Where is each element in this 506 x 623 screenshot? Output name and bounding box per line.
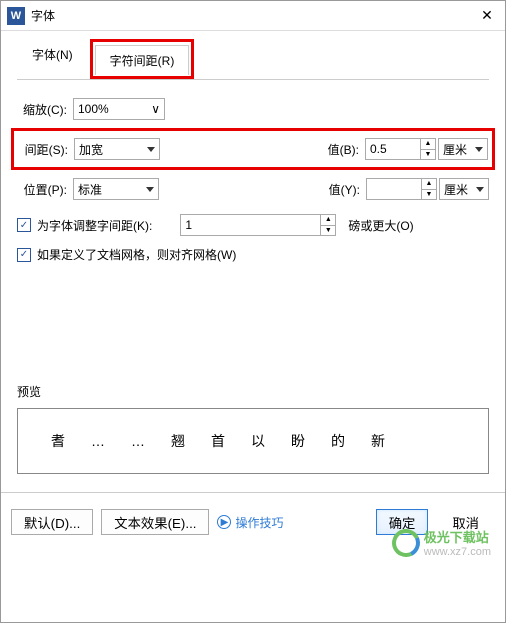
- spacing-val-input[interactable]: [365, 138, 420, 160]
- preview-box: 耆 … … 翘 首 以 盼 的 新: [17, 408, 489, 474]
- tab-font[interactable]: 字体(N): [17, 39, 88, 79]
- divider: [1, 492, 505, 493]
- kerning-checkbox[interactable]: ✓: [17, 218, 31, 232]
- position-value: 标准: [78, 181, 102, 198]
- position-unit: 厘米: [444, 181, 468, 198]
- scale-select[interactable]: 100% ∨: [73, 98, 165, 120]
- caret-down-icon: [476, 187, 484, 192]
- kerning-input[interactable]: [180, 214, 320, 236]
- preview-char: 新: [371, 431, 385, 451]
- spin-up-icon[interactable]: ▲: [421, 139, 435, 150]
- position-unit-select[interactable]: 厘米: [439, 178, 489, 200]
- tips-label: 操作技巧: [235, 514, 283, 531]
- spacing-select[interactable]: 加宽: [74, 138, 160, 160]
- preview-label: 预览: [17, 383, 489, 400]
- app-icon: W: [7, 7, 25, 25]
- position-val-label: 值(Y):: [318, 181, 366, 198]
- spin-up-icon[interactable]: ▲: [422, 179, 436, 190]
- preview-char: …: [91, 433, 105, 449]
- cancel-button[interactable]: 取消: [436, 509, 495, 535]
- preview-char: 首: [211, 431, 225, 451]
- preview-char: 翘: [171, 431, 185, 451]
- position-val-input[interactable]: [366, 178, 421, 200]
- highlight-spacing-row: 间距(S): 加宽 值(B): ▲ ▼ 厘米: [11, 128, 495, 170]
- tab-spacing[interactable]: 字符间距(R): [95, 45, 190, 75]
- play-icon: ▶: [217, 515, 231, 529]
- preview-char: 以: [251, 431, 265, 451]
- scale-label: 缩放(C):: [17, 101, 73, 118]
- window-title: 字体: [31, 7, 475, 24]
- spacing-val-label: 值(B):: [317, 141, 365, 158]
- highlight-tab: 字符间距(R): [90, 39, 195, 79]
- preview-char: …: [131, 433, 145, 449]
- close-icon[interactable]: ✕: [475, 7, 499, 24]
- spacing-val-spinner[interactable]: ▲ ▼: [365, 138, 436, 160]
- spacing-label: 间距(S):: [18, 141, 74, 158]
- preview-char: 的: [331, 431, 345, 451]
- kerning-suffix: 磅或更大(O): [348, 217, 413, 234]
- text-effects-button[interactable]: 文本效果(E)...: [101, 509, 209, 535]
- caret-down-icon: [147, 147, 155, 152]
- preview-char: 盼: [291, 431, 305, 451]
- preview-char: 耆: [51, 431, 65, 451]
- default-button[interactable]: 默认(D)...: [11, 509, 93, 535]
- scale-value: 100%: [78, 102, 109, 116]
- kerning-spinner[interactable]: ▲ ▼: [180, 214, 336, 236]
- spacing-value: 加宽: [79, 141, 103, 158]
- caret-down-icon: [146, 187, 154, 192]
- position-select[interactable]: 标准: [73, 178, 159, 200]
- spacing-unit-select[interactable]: 厘米: [438, 138, 488, 160]
- grid-label: 如果定义了文档网格，则对齐网格(W): [37, 246, 236, 263]
- kerning-label: 为字体调整字间距(K):: [37, 217, 152, 234]
- tips-link[interactable]: ▶ 操作技巧: [217, 514, 283, 531]
- caret-down-icon: [475, 147, 483, 152]
- spin-down-icon[interactable]: ▼: [321, 226, 335, 236]
- chevron-down-icon: ∨: [151, 102, 160, 116]
- watermark-url: www.xz7.com: [424, 546, 491, 558]
- grid-checkbox[interactable]: ✓: [17, 248, 31, 262]
- position-val-spinner[interactable]: ▲ ▼: [366, 178, 437, 200]
- position-label: 位置(P):: [17, 181, 73, 198]
- ok-button[interactable]: 确定: [376, 509, 429, 535]
- spin-down-icon[interactable]: ▼: [422, 190, 436, 200]
- spacing-unit: 厘米: [443, 141, 467, 158]
- spin-down-icon[interactable]: ▼: [421, 150, 435, 160]
- spin-up-icon[interactable]: ▲: [321, 215, 335, 226]
